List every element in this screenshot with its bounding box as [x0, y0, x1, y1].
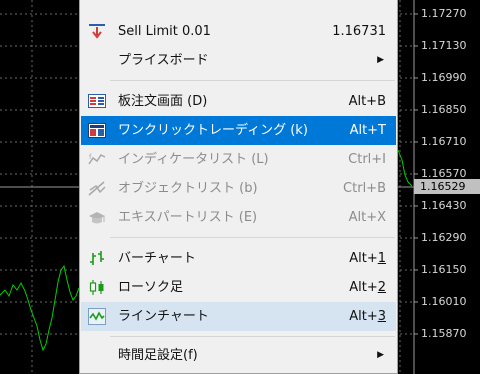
menu-item-expert-list[interactable]: エキスパートリスト (E) Alt+X	[81, 203, 396, 232]
menu-item-label: 時間足設定(f)	[118, 348, 198, 363]
menu-item-bar-chart[interactable]: バーチャート Alt+1	[81, 244, 396, 273]
price-tick: 1.17130	[421, 39, 467, 52]
menu-item-shortcut: Ctrl+B	[343, 181, 386, 196]
bar-chart-icon	[88, 250, 106, 267]
menu-item-object-list[interactable]: オブジェクトリスト (b) Ctrl+B	[81, 174, 396, 203]
object-list-icon	[88, 180, 106, 197]
menu-item-label: エキスパートリスト (E)	[118, 210, 258, 225]
indicator-list-icon: f	[88, 151, 106, 168]
sell-limit-icon	[88, 23, 106, 40]
menu-item-value: 1.16731	[332, 24, 386, 39]
menu-item-label: 板注文画面 (D)	[118, 94, 208, 109]
menu-item-label: ローソク足	[118, 280, 184, 295]
menu-item-price-board[interactable]: プライスボード ▶	[81, 46, 396, 75]
price-tick: 1.16010	[421, 295, 467, 308]
menu-item-label: ワンクリックトレーディング (k)	[118, 123, 308, 138]
line-chart-icon	[88, 308, 106, 325]
price-tick: 1.17270	[421, 7, 467, 20]
menu-item-shortcut: Alt+1	[349, 251, 386, 266]
menu-item-shortcut: Alt+3	[349, 309, 386, 324]
price-tick: 1.16430	[421, 199, 467, 212]
menu-item-order-book[interactable]: 板注文画面 (D) Alt+B	[81, 87, 396, 116]
menu-item-shortcut: Alt+B	[348, 94, 386, 109]
menu-item-candlestick[interactable]: ローソク足 Alt+2	[81, 273, 396, 302]
order-book-icon	[88, 93, 106, 110]
menu-item-label: プライスボード	[118, 53, 209, 68]
price-tick: 1.15870	[421, 327, 467, 340]
menu-item-label: ラインチャート	[118, 309, 209, 324]
submenu-arrow-icon: ▶	[377, 350, 384, 360]
candlestick-icon	[88, 279, 106, 296]
menu-item-sell-limit[interactable]: Sell Limit 0.01 1.16731	[81, 17, 396, 46]
submenu-arrow-icon: ▶	[377, 55, 384, 65]
menu-item-indicator-list[interactable]: f インディケータリスト (L) Ctrl+I	[81, 145, 396, 174]
menu-item-shortcut: Alt+X	[348, 210, 386, 225]
current-price-badge: 1.16529	[414, 179, 480, 194]
price-tick: 1.16290	[421, 231, 467, 244]
menu-item-one-click-trading[interactable]: ワンクリックトレーディング (k) Alt+T	[81, 116, 396, 145]
menu-item-shortcut: Alt+2	[349, 280, 386, 295]
menu-item-label: Sell Limit 0.01	[118, 24, 211, 39]
menu-item-label: バーチャート	[118, 251, 196, 266]
menu-item-timeframe[interactable]: 時間足設定(f) ▶	[81, 341, 396, 370]
price-tick: 1.16990	[421, 71, 467, 84]
menu-item-label: オブジェクトリスト (b)	[118, 181, 258, 196]
context-menu: Sell Limit 0.01 1.16731 プライスボード ▶ 板注文画面 …	[79, 0, 398, 374]
one-click-trading-icon	[88, 122, 106, 139]
menu-item-shortcut: Ctrl+I	[348, 152, 386, 167]
menu-item-label: インディケータリスト (L)	[118, 152, 269, 167]
price-tick: 1.16710	[421, 135, 467, 148]
menu-separator	[110, 80, 395, 81]
price-tick: 1.16850	[421, 103, 467, 116]
menu-separator	[110, 237, 395, 238]
menu-item-line-chart[interactable]: ラインチャート Alt+3	[81, 302, 396, 331]
menu-item-shortcut: Alt+T	[349, 123, 386, 138]
price-tick: 1.16150	[421, 263, 467, 276]
expert-list-icon	[88, 209, 106, 226]
menu-separator	[110, 336, 395, 337]
